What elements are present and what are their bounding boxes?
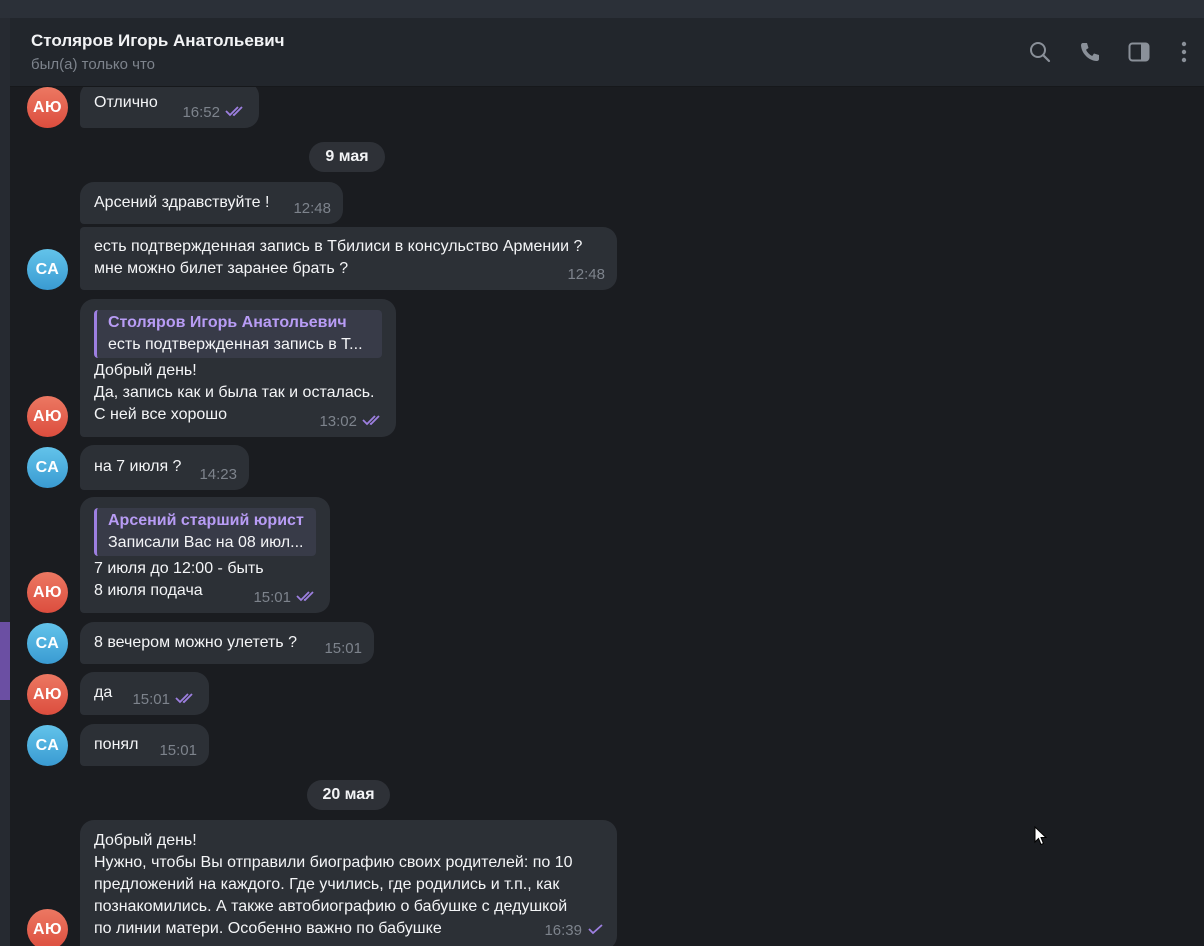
message-text: да <box>94 684 113 701</box>
message-time: 16:39 <box>544 922 582 939</box>
message-meta: 12:48 <box>293 201 331 217</box>
message-text: на 7 июля ? <box>94 458 182 475</box>
message-list[interactable]: АЮ Отлично 16:52 9 мая Арсений здравству… <box>10 87 1204 946</box>
date-separator: 9 мая <box>309 142 385 172</box>
message-line: познакомились. А также автобиографию о б… <box>94 898 568 915</box>
message-text: Отлично <box>94 94 158 111</box>
check-icon <box>587 923 605 939</box>
message-bubble-outgoing[interactable]: Добрый день! Нужно, чтобы Вы отправили б… <box>80 820 617 946</box>
message-bubble-incoming[interactable]: есть подтвержденная запись в Тбилиси в к… <box>80 227 617 290</box>
double-check-icon <box>175 692 197 708</box>
message-meta: 15:01 <box>132 692 197 708</box>
window-top-strip <box>0 0 1204 18</box>
message-line: предложений на каждого. Где учились, где… <box>94 876 560 893</box>
message-meta: 16:39 <box>544 923 605 939</box>
message-time: 13:02 <box>319 413 357 430</box>
message-meta: 15:01 <box>159 743 197 759</box>
message-meta: 13:02 <box>319 414 384 430</box>
message-text: 8 вечером можно улететь ? <box>94 634 297 651</box>
message-text: Арсений здравствуйте ! <box>94 194 270 211</box>
reply-text: есть подтвержденная запись в Т... <box>108 336 363 353</box>
message-line: Да, запись как и была так и осталась. <box>94 384 375 401</box>
double-check-icon <box>225 105 247 121</box>
date-separator: 20 мая <box>307 780 390 810</box>
message-line: 8 июля подача <box>94 582 203 599</box>
avatar[interactable]: СА <box>27 725 68 766</box>
message-time: 15:01 <box>159 742 197 759</box>
message-time: 15:01 <box>253 589 291 606</box>
avatar[interactable]: АЮ <box>27 87 68 128</box>
message-line: есть подтвержденная запись в Тбилиси в к… <box>94 238 583 255</box>
message-meta: 14:23 <box>199 467 237 483</box>
avatar[interactable]: АЮ <box>27 572 68 613</box>
message-bubble-outgoing[interactable]: Отлично 16:52 <box>80 87 259 128</box>
message-bubble-incoming[interactable]: Арсений здравствуйте ! 12:48 <box>80 182 343 224</box>
message-text: понял <box>94 736 139 753</box>
message-time: 16:52 <box>182 104 220 121</box>
reply-quote[interactable]: Столяров Игорь Анатольевич есть подтверж… <box>94 310 382 358</box>
avatar[interactable]: СА <box>27 249 68 290</box>
message-time: 12:48 <box>567 266 605 283</box>
message-bubble-outgoing[interactable]: Арсений старший юрист Записали Вас на 08… <box>80 497 330 613</box>
message-bubble-incoming[interactable]: на 7 июля ? 14:23 <box>80 445 249 490</box>
message-line: Добрый день! <box>94 362 197 379</box>
message-meta: 12:48 <box>567 267 605 283</box>
message-time: 15:01 <box>132 691 170 708</box>
message-time: 14:23 <box>199 466 237 483</box>
phone-icon[interactable] <box>1078 40 1102 64</box>
message-line: по линии матери. Особенно важно по бабуш… <box>94 920 442 937</box>
message-line: мне можно билет заранее брать ? <box>94 260 349 277</box>
message-line: Нужно, чтобы Вы отправили биографию свои… <box>94 854 573 871</box>
double-check-icon <box>362 414 384 430</box>
message-meta: 16:52 <box>182 105 247 121</box>
message-bubble-incoming[interactable]: понял 15:01 <box>80 724 209 766</box>
chat-list-edge <box>0 18 10 946</box>
message-line: Добрый день! <box>94 832 197 849</box>
sidebar-toggle-icon[interactable] <box>1127 40 1151 64</box>
message-meta: 15:01 <box>324 641 362 657</box>
contact-status: был(а) только что <box>31 56 156 73</box>
message-bubble-outgoing[interactable]: Столяров Игорь Анатольевич есть подтверж… <box>80 299 396 437</box>
search-icon[interactable] <box>1028 40 1052 64</box>
message-bubble-incoming[interactable]: 8 вечером можно улететь ? 15:01 <box>80 622 374 664</box>
reply-quote[interactable]: Арсений старший юрист Записали Вас на 08… <box>94 508 316 556</box>
mouse-cursor-icon <box>1034 825 1048 851</box>
reply-author: Арсений старший юрист <box>108 512 304 529</box>
more-vertical-icon[interactable] <box>1172 40 1196 64</box>
avatar[interactable]: АЮ <box>27 674 68 715</box>
message-bubble-outgoing[interactable]: да 15:01 <box>80 672 209 715</box>
avatar[interactable]: СА <box>27 447 68 488</box>
message-line: С ней все хорошо <box>94 406 228 423</box>
chat-list-selection-marker <box>0 622 10 700</box>
avatar[interactable]: АЮ <box>27 396 68 437</box>
message-meta: 15:01 <box>253 590 318 606</box>
message-time: 12:48 <box>293 200 331 217</box>
message-time: 15:01 <box>324 640 362 657</box>
avatar[interactable]: АЮ <box>27 909 68 946</box>
double-check-icon <box>296 590 318 606</box>
contact-name[interactable]: Столяров Игорь Анатольевич <box>31 31 285 51</box>
message-line: 7 июля до 12:00 - быть <box>94 560 264 577</box>
avatar[interactable]: СА <box>27 623 68 664</box>
chat-header: Столяров Игорь Анатольевич был(а) только… <box>10 18 1204 87</box>
reply-author: Столяров Игорь Анатольевич <box>108 314 347 331</box>
reply-text: Записали Вас на 08 июл... <box>108 534 304 551</box>
